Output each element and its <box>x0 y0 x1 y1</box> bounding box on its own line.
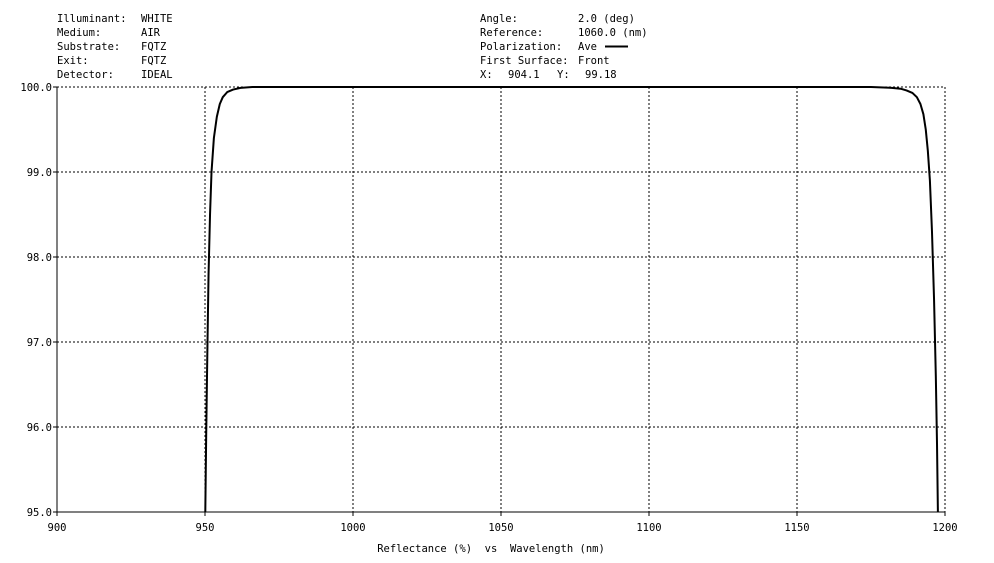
x-axis-title: Reflectance (%) vs Wavelength (nm) <box>377 543 605 555</box>
first-surface-value: Front <box>578 55 610 67</box>
x-tick-label: 950 <box>196 522 215 534</box>
angle-label: Angle: <box>480 13 518 25</box>
y-tick-label: 100.0 <box>20 82 52 94</box>
x-tick-label: 900 <box>48 522 67 534</box>
illuminant-label: Illuminant: <box>57 13 127 25</box>
polarization-value: Ave <box>578 41 597 53</box>
detector-label: Detector: <box>57 69 114 81</box>
header-left: Illuminant: WHITE Medium: AIR Substrate:… <box>57 13 173 81</box>
angle-value: 2.0 (deg) <box>578 13 635 25</box>
y-axis-ticks: 95.0 96.0 97.0 98.0 99.0 100.0 <box>20 82 57 519</box>
illuminant-value: WHITE <box>141 13 173 25</box>
cursor-y-label: Y: <box>557 69 570 81</box>
substrate-value: FQTZ <box>141 41 166 53</box>
series-line-ave <box>204 86 939 513</box>
x-tick-label: 1200 <box>932 522 957 534</box>
reference-label: Reference: <box>480 27 543 39</box>
detector-value: IDEAL <box>141 69 173 81</box>
cursor-y-value: 99.18 <box>585 69 617 81</box>
header-right: Angle: 2.0 (deg) Reference: 1060.0 (nm) … <box>480 13 648 81</box>
x-tick-label: 1100 <box>636 522 661 534</box>
x-tick-label: 1000 <box>340 522 365 534</box>
reflectance-chart: Illuminant: WHITE Medium: AIR Substrate:… <box>20 13 958 555</box>
x-tick-label: 1150 <box>784 522 809 534</box>
polarization-label: Polarization: <box>480 41 562 53</box>
x-axis-ticks: 900 950 1000 1050 1100 1150 1200 <box>48 512 958 534</box>
y-tick-label: 96.0 <box>27 422 52 434</box>
y-tick-label: 95.0 <box>27 507 52 519</box>
series-layer <box>204 86 939 513</box>
y-tick-label: 99.0 <box>27 167 52 179</box>
substrate-label: Substrate: <box>57 41 120 53</box>
exit-label: Exit: <box>57 55 89 67</box>
y-tick-label: 98.0 <box>27 252 52 264</box>
cursor-x-value: 904.1 <box>508 69 540 81</box>
x-tick-label: 1050 <box>488 522 513 534</box>
y-tick-label: 97.0 <box>27 337 52 349</box>
cursor-x-label: X: <box>480 69 493 81</box>
medium-label: Medium: <box>57 27 101 39</box>
exit-value: FQTZ <box>141 55 166 67</box>
first-surface-label: First Surface: <box>480 55 569 67</box>
reference-value: 1060.0 (nm) <box>578 27 648 39</box>
gridlines <box>57 86 946 512</box>
medium-value: AIR <box>141 27 161 39</box>
